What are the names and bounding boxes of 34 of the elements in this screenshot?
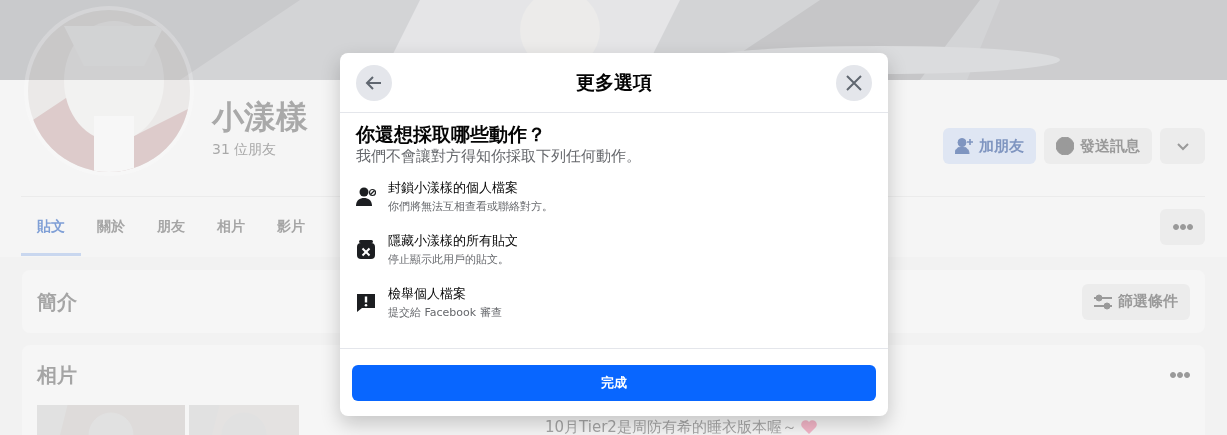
profile-tab[interactable]: 影片 bbox=[261, 197, 321, 256]
add-friend-button[interactable]: 加朋友 bbox=[943, 128, 1036, 164]
profile-tab[interactable]: 貼文 bbox=[21, 197, 81, 256]
profile-tab[interactable]: 朋友 bbox=[141, 197, 201, 256]
option-title: 隱藏小漾樣的所有貼文 bbox=[388, 232, 518, 251]
profile-tab[interactable]: 相片 bbox=[201, 197, 261, 256]
option-item[interactable]: 隱藏小漾樣的所有貼文 停止顯示此用戶的貼文。 bbox=[340, 223, 888, 277]
report-icon bbox=[356, 293, 376, 314]
section-title: 簡介 bbox=[37, 288, 77, 316]
heart-icon bbox=[800, 420, 817, 435]
message-button[interactable]: 發送訊息 bbox=[1044, 128, 1152, 164]
filter-button[interactable]: 篩選條件 bbox=[1082, 283, 1190, 320]
post-text: 10月Tier2是周防有希的睡衣版本喔～ bbox=[545, 417, 797, 435]
option-item[interactable]: 檢舉個人檔案 提交給 Facebook 審查 bbox=[340, 276, 888, 330]
option-description: 提交給 Facebook 審查 bbox=[388, 304, 502, 321]
profile-name: 小漾樣 bbox=[212, 100, 308, 136]
option-item[interactable]: 封鎖小漾樣的個人檔案 你們將無法互相查看或聯絡對方。 bbox=[340, 170, 888, 224]
dialog-heading: 你還想採取哪些動作？ bbox=[354, 123, 547, 146]
more-icon bbox=[1170, 372, 1190, 378]
block-user-icon bbox=[356, 187, 376, 208]
profile-tab[interactable]: 關於 bbox=[81, 197, 141, 256]
done-button[interactable]: 完成 bbox=[352, 365, 876, 401]
add-friend-icon bbox=[955, 138, 973, 154]
option-title: 檢舉個人檔案 bbox=[388, 285, 467, 304]
more-button[interactable] bbox=[1160, 208, 1205, 245]
more-icon bbox=[1172, 223, 1193, 230]
option-title: 封鎖小漾樣的個人檔案 bbox=[388, 179, 519, 198]
option-description: 你們將無法互相查看或聯絡對方。 bbox=[388, 198, 553, 215]
dialog-subtitle: 我們不會讓對方得知你採取下列任何動作。 bbox=[355, 145, 642, 167]
filter-icon bbox=[1094, 293, 1112, 310]
friend-count: 31 位朋友 bbox=[212, 140, 278, 160]
hide-box-icon bbox=[356, 240, 376, 261]
section-title: 相片 bbox=[37, 362, 77, 389]
option-description: 停止顯示此用戶的貼文。 bbox=[388, 251, 510, 268]
